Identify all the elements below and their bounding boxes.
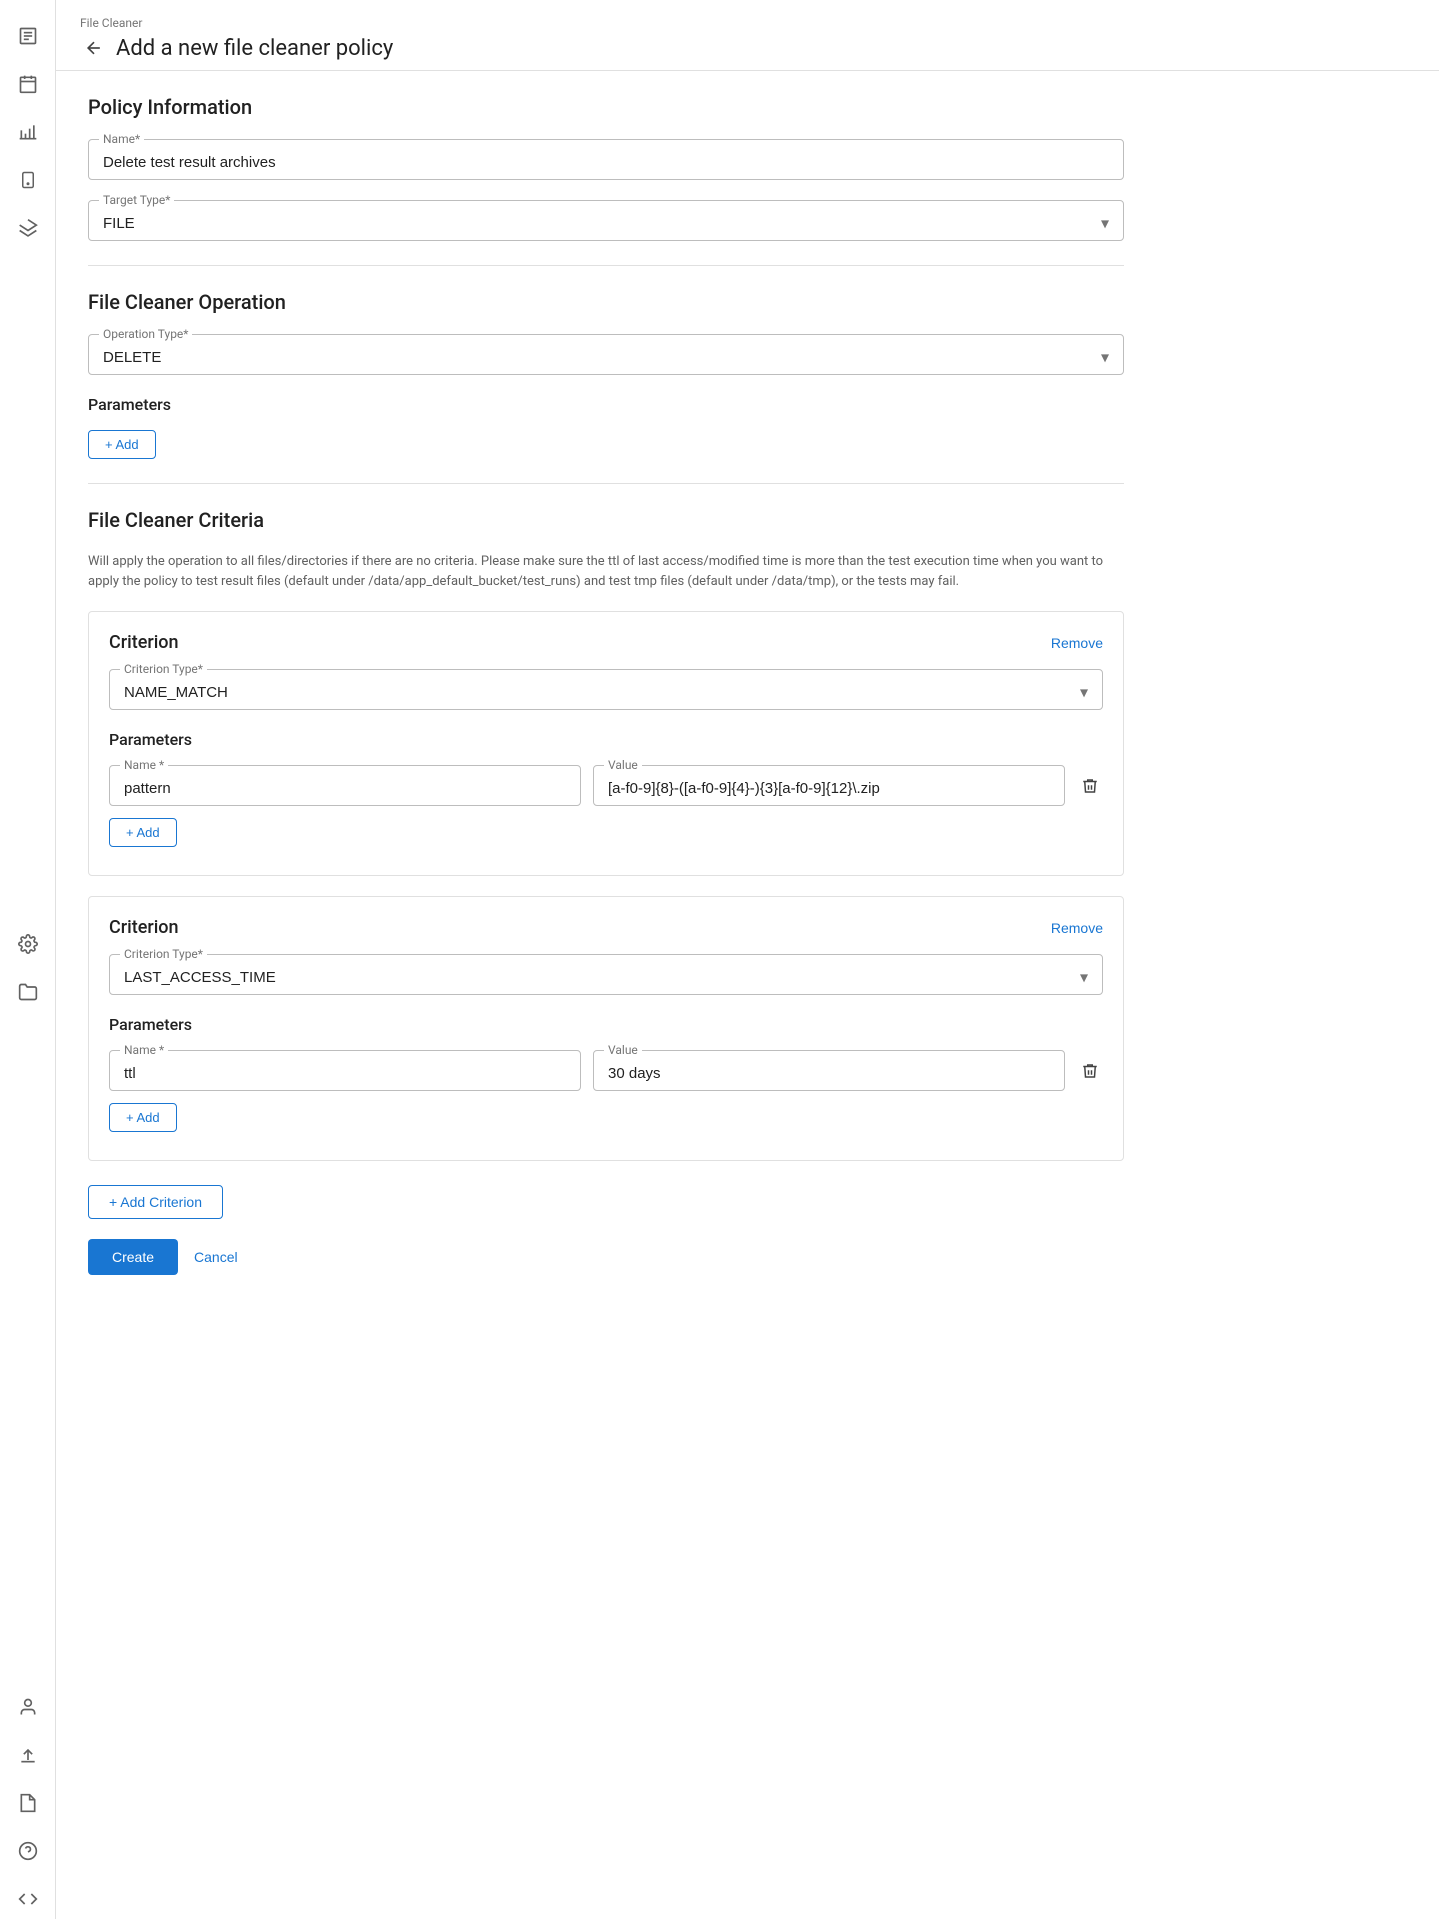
target-type-label: Target Type* bbox=[99, 193, 174, 207]
sidebar-item-layers[interactable] bbox=[8, 208, 48, 248]
remove-button-2[interactable]: Remove bbox=[1051, 920, 1103, 936]
page-title: Add a new file cleaner policy bbox=[116, 36, 393, 61]
param-value-field-1-1: Value bbox=[593, 765, 1065, 806]
delete-param-button-2-1[interactable] bbox=[1077, 1058, 1103, 1084]
criterion-params-section-2: Parameters Name * Value bbox=[109, 1015, 1103, 1132]
criterion-type-select-wrapper-1: NAME_MATCH LAST_ACCESS_TIME LAST_MODIFIE… bbox=[124, 682, 1088, 701]
criterion-header-2: Criterion Remove bbox=[109, 917, 1103, 938]
param-value-field-2-1: Value bbox=[593, 1050, 1065, 1091]
sidebar-item-mobile[interactable] bbox=[8, 160, 48, 200]
criterion-type-outlined-1: Criterion Type* NAME_MATCH LAST_ACCESS_T… bbox=[109, 669, 1103, 710]
sidebar-item-person[interactable] bbox=[8, 1687, 48, 1727]
criterion-type-outlined-2: Criterion Type* NAME_MATCH LAST_ACCESS_T… bbox=[109, 954, 1103, 995]
criterion-params-title-2: Parameters bbox=[109, 1015, 1103, 1034]
target-type-outlined-field: Target Type* FILE DIRECTORY ▾ bbox=[88, 200, 1124, 241]
sidebar-item-folder[interactable] bbox=[8, 972, 48, 1012]
sidebar-item-code[interactable] bbox=[8, 1879, 48, 1919]
divider-1 bbox=[88, 265, 1124, 266]
sidebar-item-document[interactable] bbox=[8, 16, 48, 56]
top-parameters-title: Parameters bbox=[88, 395, 1124, 414]
param-name-label-1-1: Name * bbox=[120, 758, 168, 772]
criterion-type-select-1[interactable]: NAME_MATCH LAST_ACCESS_TIME LAST_MODIFIE… bbox=[124, 684, 1088, 701]
target-type-select-wrapper: FILE DIRECTORY ▾ bbox=[103, 213, 1109, 232]
operation-section: File Cleaner Operation Operation Type* D… bbox=[88, 290, 1124, 375]
operation-type-select[interactable]: DELETE ARCHIVE MOVE bbox=[103, 349, 1109, 366]
name-field-label: Name* bbox=[99, 132, 144, 146]
param-name-field-2-1: Name * bbox=[109, 1050, 581, 1091]
param-name-label-2-1: Name * bbox=[120, 1043, 168, 1057]
criterion-type-select-2[interactable]: NAME_MATCH LAST_ACCESS_TIME LAST_MODIFIE… bbox=[124, 969, 1088, 986]
sidebar bbox=[0, 0, 56, 1919]
target-type-field-group: Target Type* FILE DIRECTORY ▾ bbox=[88, 200, 1124, 241]
criterion-type-label-2: Criterion Type* bbox=[120, 947, 207, 961]
criterion-type-label-1: Criterion Type* bbox=[120, 662, 207, 676]
criterion-param-row-2-1: Name * Value bbox=[109, 1050, 1103, 1091]
bottom-actions: + Add Criterion Create Cancel bbox=[88, 1185, 1124, 1307]
criterion-title-1: Criterion bbox=[109, 632, 179, 653]
param-value-input-1-1[interactable] bbox=[608, 780, 1050, 797]
delete-param-button-1-1[interactable] bbox=[1077, 773, 1103, 799]
policy-info-section: Policy Information Name* Target Type* FI… bbox=[88, 95, 1124, 241]
criteria-title: File Cleaner Criteria bbox=[88, 508, 1124, 532]
sidebar-item-calendar[interactable] bbox=[8, 64, 48, 104]
top-parameters-section: Parameters + Add bbox=[88, 395, 1124, 459]
sidebar-item-upload[interactable] bbox=[8, 1735, 48, 1775]
create-button[interactable]: Create bbox=[88, 1239, 178, 1275]
operation-type-outlined-field: Operation Type* DELETE ARCHIVE MOVE ▾ bbox=[88, 334, 1124, 375]
name-outlined-field: Name* bbox=[88, 139, 1124, 180]
param-name-input-2-1[interactable] bbox=[124, 1065, 566, 1082]
add-param-button-1[interactable]: + Add bbox=[109, 818, 177, 847]
criterion-card-1: Criterion Remove Criterion Type* NAME_MA… bbox=[88, 611, 1124, 876]
divider-2 bbox=[88, 483, 1124, 484]
policy-info-title: Policy Information bbox=[88, 95, 1124, 119]
criterion-card-2: Criterion Remove Criterion Type* NAME_MA… bbox=[88, 896, 1124, 1161]
name-field-group: Name* bbox=[88, 139, 1124, 180]
param-value-input-2-1[interactable] bbox=[608, 1065, 1050, 1082]
criterion-type-field-1: Criterion Type* NAME_MATCH LAST_ACCESS_T… bbox=[109, 669, 1103, 710]
breadcrumb: File Cleaner bbox=[80, 16, 1415, 30]
add-param-button-2[interactable]: + Add bbox=[109, 1103, 177, 1132]
criterion-title-2: Criterion bbox=[109, 917, 179, 938]
criteria-section: File Cleaner Criteria Will apply the ope… bbox=[88, 508, 1124, 1161]
form-area: Policy Information Name* Target Type* FI… bbox=[56, 71, 1156, 1331]
operation-type-label: Operation Type* bbox=[99, 327, 192, 341]
add-criterion-button[interactable]: + Add Criterion bbox=[88, 1185, 223, 1219]
criterion-params-title-1: Parameters bbox=[109, 730, 1103, 749]
criterion-type-field-2: Criterion Type* NAME_MATCH LAST_ACCESS_T… bbox=[109, 954, 1103, 995]
cancel-button[interactable]: Cancel bbox=[194, 1249, 238, 1265]
criterion-type-select-wrapper-2: NAME_MATCH LAST_ACCESS_TIME LAST_MODIFIE… bbox=[124, 967, 1088, 986]
sidebar-item-settings[interactable] bbox=[8, 924, 48, 964]
action-row: Create Cancel bbox=[88, 1239, 1124, 1275]
sidebar-item-chart[interactable] bbox=[8, 112, 48, 152]
criterion-params-section-1: Parameters Name * Value bbox=[109, 730, 1103, 847]
page-header: File Cleaner Add a new file cleaner poli… bbox=[56, 0, 1439, 71]
name-input[interactable] bbox=[103, 154, 1109, 171]
param-value-label-2-1: Value bbox=[604, 1043, 642, 1057]
criterion-param-row-1-1: Name * Value bbox=[109, 765, 1103, 806]
remove-button-1[interactable]: Remove bbox=[1051, 635, 1103, 651]
back-button[interactable] bbox=[80, 34, 108, 62]
main-content: File Cleaner Add a new file cleaner poli… bbox=[56, 0, 1439, 1919]
top-add-button[interactable]: + Add bbox=[88, 430, 156, 459]
param-name-field-1-1: Name * bbox=[109, 765, 581, 806]
sidebar-item-doc2[interactable] bbox=[8, 1783, 48, 1823]
operation-title: File Cleaner Operation bbox=[88, 290, 1124, 314]
param-value-label-1-1: Value bbox=[604, 758, 642, 772]
operation-type-field-group: Operation Type* DELETE ARCHIVE MOVE ▾ bbox=[88, 334, 1124, 375]
target-type-select[interactable]: FILE DIRECTORY bbox=[103, 215, 1109, 232]
criteria-info: Will apply the operation to all files/di… bbox=[88, 552, 1124, 591]
page-title-row: Add a new file cleaner policy bbox=[80, 34, 1415, 62]
operation-type-select-wrapper: DELETE ARCHIVE MOVE ▾ bbox=[103, 347, 1109, 366]
param-name-input-1-1[interactable] bbox=[124, 780, 566, 797]
criterion-header-1: Criterion Remove bbox=[109, 632, 1103, 653]
sidebar-item-help[interactable] bbox=[8, 1831, 48, 1871]
